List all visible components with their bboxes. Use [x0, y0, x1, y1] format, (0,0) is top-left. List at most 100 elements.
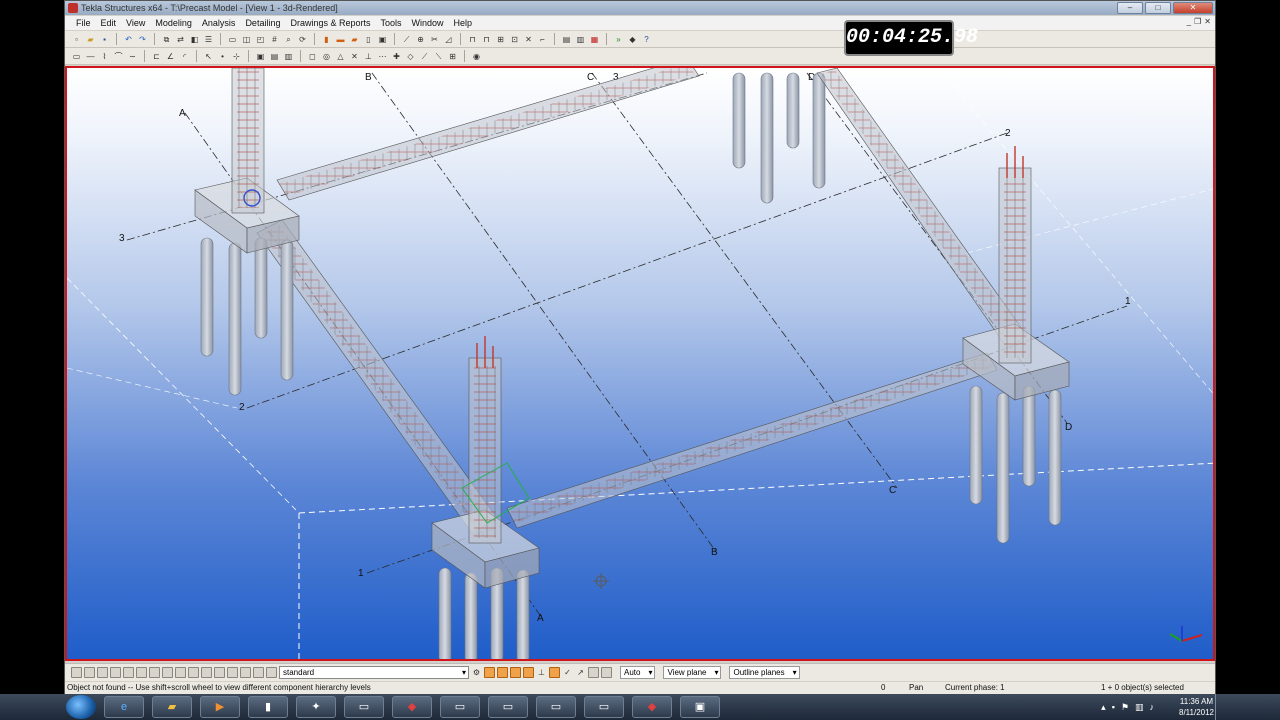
point-icon[interactable]: •: [217, 51, 228, 62]
line-icon[interactable]: —: [85, 51, 96, 62]
snap-mid-icon[interactable]: △: [335, 51, 346, 62]
pile[interactable]: [516, 569, 530, 661]
snap-extension-icon[interactable]: ⋯: [377, 51, 388, 62]
taskbar-window-icon[interactable]: ▭: [440, 696, 480, 718]
snap-end-icon[interactable]: ◻: [307, 51, 318, 62]
menu-help[interactable]: Help: [449, 18, 478, 28]
select-welds-switch-icon[interactable]: [149, 667, 160, 678]
taskbar-app-icon[interactable]: ▮: [248, 696, 288, 718]
zoom-icon[interactable]: ⌕: [283, 34, 294, 45]
taskbar-media-icon[interactable]: ▶: [200, 696, 240, 718]
select-objects-switch-icon[interactable]: [240, 667, 251, 678]
splice-icon[interactable]: ✕: [523, 34, 534, 45]
beam-icon[interactable]: ▬: [335, 34, 346, 45]
copy-icon[interactable]: ⧉: [161, 34, 172, 45]
pile[interactable]: [969, 385, 983, 505]
taskbar-tekla-icon[interactable]: ◆: [632, 696, 672, 718]
pile[interactable]: [438, 567, 452, 661]
tray-volume-icon[interactable]: ♪: [1150, 702, 1155, 712]
arc-icon[interactable]: ⌒: [113, 51, 124, 62]
taskbar-recorder-icon[interactable]: ▣: [680, 696, 720, 718]
select-assemblies-switch-icon[interactable]: [227, 667, 238, 678]
ortho-icon[interactable]: [588, 667, 599, 678]
snap-reference-lines-icon[interactable]: [484, 667, 495, 678]
mesh-icon[interactable]: ⊞: [495, 34, 506, 45]
pile[interactable]: [812, 72, 826, 189]
tray-show-hidden-icon[interactable]: ▴: [1101, 702, 1106, 713]
pile[interactable]: [1022, 385, 1036, 487]
bolt-icon[interactable]: ⊕: [415, 34, 426, 45]
title-bar[interactable]: Tekla Structures x64 - T:\Precast Model …: [65, 1, 1215, 15]
snap-midpoint-icon[interactable]: ✓: [562, 667, 573, 678]
pile[interactable]: [254, 237, 268, 339]
select-rebar-switch-icon[interactable]: [175, 667, 186, 678]
select-all-icon[interactable]: ▭: [71, 51, 82, 62]
pointer-icon[interactable]: ↖: [203, 51, 214, 62]
select-pours-switch-icon[interactable]: [253, 667, 264, 678]
redo-icon[interactable]: ↷: [137, 34, 148, 45]
chamfer-icon[interactable]: ◿: [443, 34, 454, 45]
snap-override-icon[interactable]: ◉: [471, 51, 482, 62]
snap-perpendicular-icon[interactable]: ⊥: [536, 667, 547, 678]
view-3d-rendered[interactable]: A B C 3 D 2 1 3 2 1 D C B A: [65, 66, 1215, 661]
mirror-icon[interactable]: ◧: [189, 34, 200, 45]
outline-mode-dropdown[interactable]: Outline planes: [729, 666, 800, 679]
snap-grid-icon[interactable]: ⊞: [447, 51, 458, 62]
measure-arc-icon[interactable]: ◜: [179, 51, 190, 62]
curve-icon[interactable]: ∼: [127, 51, 138, 62]
snap-line-extensions-icon[interactable]: [523, 667, 534, 678]
pile[interactable]: [996, 392, 1010, 544]
mdi-minimize-icon[interactable]: _: [1187, 17, 1191, 26]
pile[interactable]: [732, 72, 746, 169]
numbering-icon[interactable]: ▦: [589, 34, 600, 45]
menu-analysis[interactable]: Analysis: [197, 18, 241, 28]
grid-icon[interactable]: #: [269, 34, 280, 45]
select-surface-switch-icon[interactable]: [110, 667, 121, 678]
taskbar-clock[interactable]: 11:36 AM 8/11/2012: [1179, 696, 1214, 718]
taskbar-window-icon[interactable]: ▭: [344, 696, 384, 718]
snap-geometry-lines-icon[interactable]: [497, 667, 508, 678]
snap-extension-icon[interactable]: ↗: [575, 667, 586, 678]
help-icon[interactable]: ?: [641, 34, 652, 45]
tray-app-icon[interactable]: ▪: [1112, 702, 1115, 712]
move-icon[interactable]: ⇄: [175, 34, 186, 45]
report-icon[interactable]: ▥: [575, 34, 586, 45]
select-points-switch-icon[interactable]: [123, 667, 134, 678]
taskbar-window-icon[interactable]: ▭: [488, 696, 528, 718]
filter-settings-icon[interactable]: ⚙: [471, 667, 482, 678]
smart-select-icon[interactable]: [601, 667, 612, 678]
open-icon[interactable]: ▰: [85, 34, 96, 45]
tray-flag-icon[interactable]: ⚑: [1121, 702, 1129, 713]
start-button[interactable]: [66, 695, 96, 719]
footing-right[interactable]: [962, 146, 1070, 544]
model-canvas[interactable]: A B C 3 D 2 1 3 2 1 D C B A: [67, 68, 1215, 661]
select-views-switch-icon[interactable]: [188, 667, 199, 678]
snap-nearest-points-icon[interactable]: [510, 667, 521, 678]
mdi-restore-icon[interactable]: ❐: [1194, 17, 1201, 26]
view-icon[interactable]: ▭: [227, 34, 238, 45]
select-assemblies-icon[interactable]: ▤: [269, 51, 280, 62]
snap-grid-intersect-icon[interactable]: [549, 667, 560, 678]
applications-icon[interactable]: »: [613, 34, 624, 45]
select-components-icon[interactable]: ▥: [283, 51, 294, 62]
weld-icon[interactable]: ⟋: [401, 34, 412, 45]
menu-window[interactable]: Window: [407, 18, 449, 28]
save-icon[interactable]: ▪: [99, 34, 110, 45]
taskbar-ie-icon[interactable]: e: [104, 696, 144, 718]
mdi-close-icon[interactable]: ✕: [1204, 17, 1211, 26]
pile[interactable]: [228, 242, 242, 396]
menu-edit[interactable]: Edit: [96, 18, 122, 28]
strand-icon[interactable]: ⊡: [509, 34, 520, 45]
rebar-icon[interactable]: ⊓: [467, 34, 478, 45]
snap-any-icon[interactable]: ✚: [391, 51, 402, 62]
drawing-list-icon[interactable]: ▤: [561, 34, 572, 45]
show-desktop-button[interactable]: [1215, 694, 1216, 720]
measure-angle-icon[interactable]: ∠: [165, 51, 176, 62]
pile[interactable]: [464, 572, 478, 661]
hook-icon[interactable]: ⌐: [537, 34, 548, 45]
taskbar-tool-icon[interactable]: ✦: [296, 696, 336, 718]
select-measures-switch-icon[interactable]: [266, 667, 277, 678]
selection-filter-dropdown[interactable]: standard: [279, 666, 469, 679]
undo-icon[interactable]: ↶: [123, 34, 134, 45]
clip-plane-icon[interactable]: ◰: [255, 34, 266, 45]
